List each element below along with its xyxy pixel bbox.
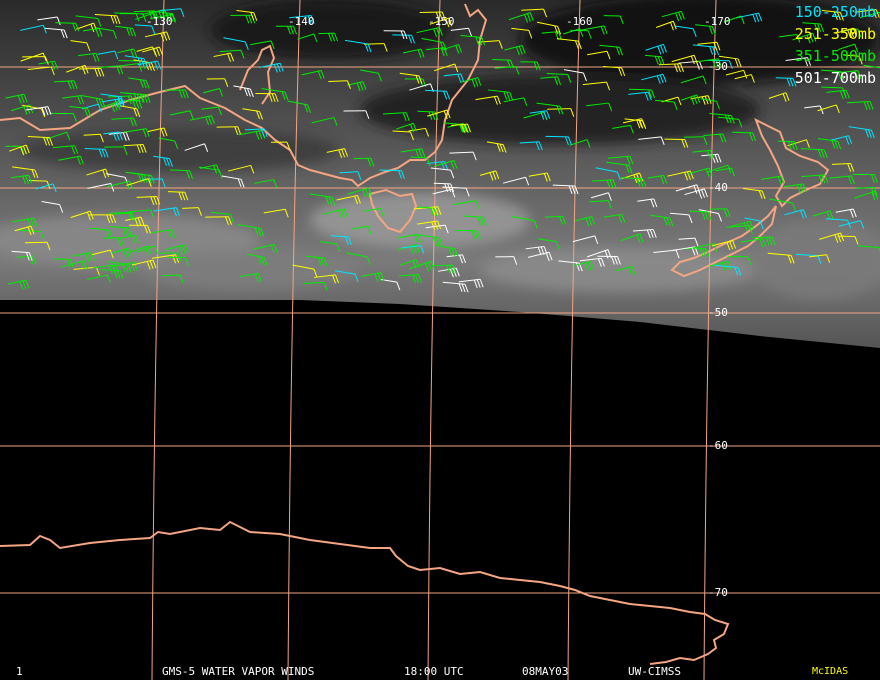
frame-number: 1 [16,665,23,678]
lon-label-160: -160 [566,15,593,28]
lon-label-130: -130 [146,15,173,28]
legend-251-350mb: 251-350mb [794,25,876,43]
lat-label-30: -30 [708,60,728,73]
satellite-map: -130 -140 -150 -160 -170 -30 -40 -50 -60… [0,0,880,680]
observation-time: 18:00 UTC [404,665,464,678]
lat-label-70: -70 [708,586,728,599]
map-canvas [0,0,880,680]
legend-351-500mb: 351-500mb [794,47,876,65]
software-label: McIDAS [812,666,849,677]
legend-501-700mb: 501-700mb [794,69,876,87]
lat-label-40: -40 [708,181,728,194]
product-title: GMS-5 WATER VAPOR WINDS [162,665,315,678]
lat-label-60: -60 [708,439,728,452]
lon-label-150: -150 [428,15,455,28]
lon-label-140: -140 [288,15,315,28]
source-label: UW-CIMSS [628,665,681,678]
observation-date: 08MAY03 [522,665,569,678]
lat-label-50: -50 [708,306,728,319]
lon-label-170: -170 [704,15,731,28]
legend-150-250mb: 150-250mb [794,3,876,21]
